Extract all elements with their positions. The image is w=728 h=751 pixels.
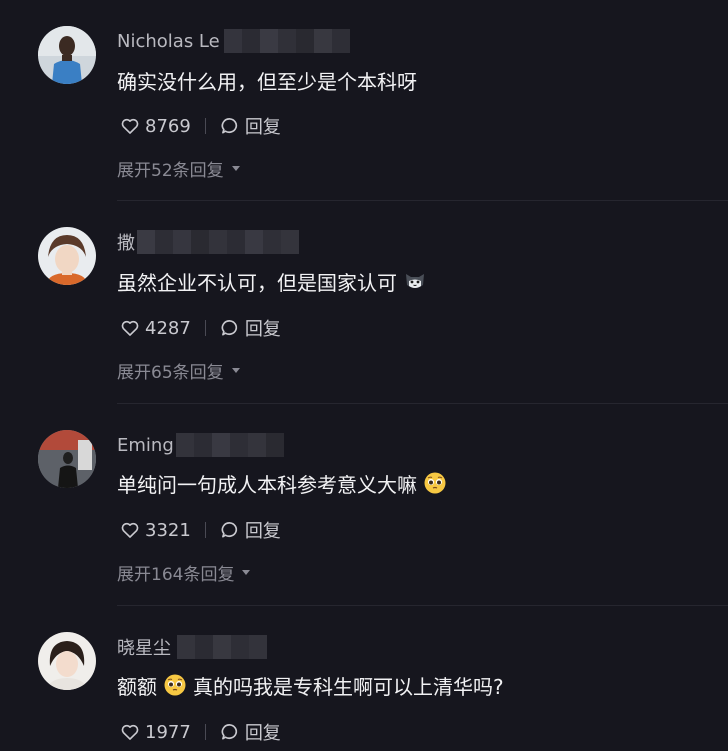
caret-down-icon bbox=[242, 569, 251, 575]
like-count: 4287 bbox=[145, 317, 191, 339]
reply-button[interactable]: 回复 bbox=[220, 315, 281, 341]
comment-text: 额额 真的吗我是专科生啊可以上清华吗? bbox=[117, 671, 504, 699]
like-button[interactable]: 8769 bbox=[120, 116, 191, 137]
pleading-face-emoji-icon bbox=[164, 674, 186, 696]
action-divider bbox=[204, 724, 206, 740]
expand-replies-label: 展开65条回复 bbox=[117, 362, 224, 383]
comment-text: 虽然企业不认可，但是国家认可 bbox=[117, 267, 427, 295]
reply-label: 回复 bbox=[244, 521, 281, 542]
comment-text: 单纯问一句成人本科参考意义大嘛 bbox=[117, 469, 447, 497]
like-count: 1977 bbox=[145, 721, 191, 743]
username[interactable]: 晓星尘 bbox=[117, 634, 171, 660]
username[interactable]: 撒 bbox=[117, 229, 135, 255]
heart-icon bbox=[121, 522, 139, 538]
username[interactable]: Nicholas Le bbox=[117, 31, 220, 52]
expand-replies-button[interactable]: 展开52条回复 bbox=[117, 156, 240, 181]
comment-separator bbox=[117, 403, 728, 404]
avatar[interactable] bbox=[38, 430, 96, 488]
reply-button[interactable]: 回复 bbox=[220, 517, 281, 543]
caret-down-icon bbox=[231, 367, 240, 373]
heart-icon bbox=[121, 724, 139, 740]
avatar[interactable] bbox=[38, 227, 96, 285]
heart-icon bbox=[121, 320, 139, 336]
like-button[interactable]: 4287 bbox=[120, 318, 191, 339]
expand-replies-label: 展开164条回复 bbox=[117, 564, 235, 585]
expand-replies-button[interactable]: 展开164条回复 bbox=[117, 560, 251, 585]
username-redaction bbox=[175, 433, 284, 457]
action-divider bbox=[204, 118, 206, 134]
like-count: 8769 bbox=[145, 115, 191, 137]
reply-button[interactable]: 回复 bbox=[220, 113, 281, 139]
comment-text: 确实没什么用，但至少是个本科呀 bbox=[117, 66, 417, 94]
comment-text-body: 虽然企业不认可，但是国家认可 bbox=[117, 270, 397, 295]
comment-bubble-icon bbox=[221, 320, 237, 336]
comment-bubble-icon bbox=[221, 118, 237, 134]
username-redaction bbox=[137, 230, 299, 254]
like-button[interactable]: 1977 bbox=[120, 722, 191, 743]
comment-text-body: 单纯问一句成人本科参考意义大嘛 bbox=[117, 472, 417, 497]
expand-replies-label: 展开52条回复 bbox=[117, 160, 224, 181]
expand-replies-button[interactable]: 展开65条回复 bbox=[117, 358, 240, 383]
caret-down-icon bbox=[231, 165, 240, 171]
username[interactable]: Eming bbox=[117, 435, 174, 456]
pleading-face-emoji-icon bbox=[424, 472, 446, 494]
action-divider bbox=[204, 320, 206, 336]
comment-text-body-tail: 真的吗我是专科生啊可以上清华吗? bbox=[193, 674, 504, 699]
comment-bubble-icon bbox=[221, 522, 237, 538]
heart-icon bbox=[121, 118, 139, 134]
comment-separator bbox=[117, 200, 728, 201]
avatar[interactable] bbox=[38, 26, 96, 84]
username-redaction bbox=[223, 29, 350, 53]
reply-label: 回复 bbox=[244, 723, 281, 744]
action-divider bbox=[204, 522, 206, 538]
comment-separator bbox=[117, 605, 728, 606]
comment-text-body: 确实没什么用，但至少是个本科呀 bbox=[117, 69, 417, 94]
comment-bubble-icon bbox=[221, 724, 237, 740]
like-count: 3321 bbox=[145, 519, 191, 541]
avatar[interactable] bbox=[38, 632, 96, 690]
reply-button[interactable]: 回复 bbox=[220, 719, 281, 745]
cat-face-emoji-icon bbox=[406, 274, 424, 288]
like-button[interactable]: 3321 bbox=[120, 520, 191, 541]
username-redaction bbox=[177, 635, 267, 659]
reply-label: 回复 bbox=[244, 117, 281, 138]
comment-text-body: 额额 bbox=[117, 674, 157, 699]
reply-label: 回复 bbox=[244, 319, 281, 340]
